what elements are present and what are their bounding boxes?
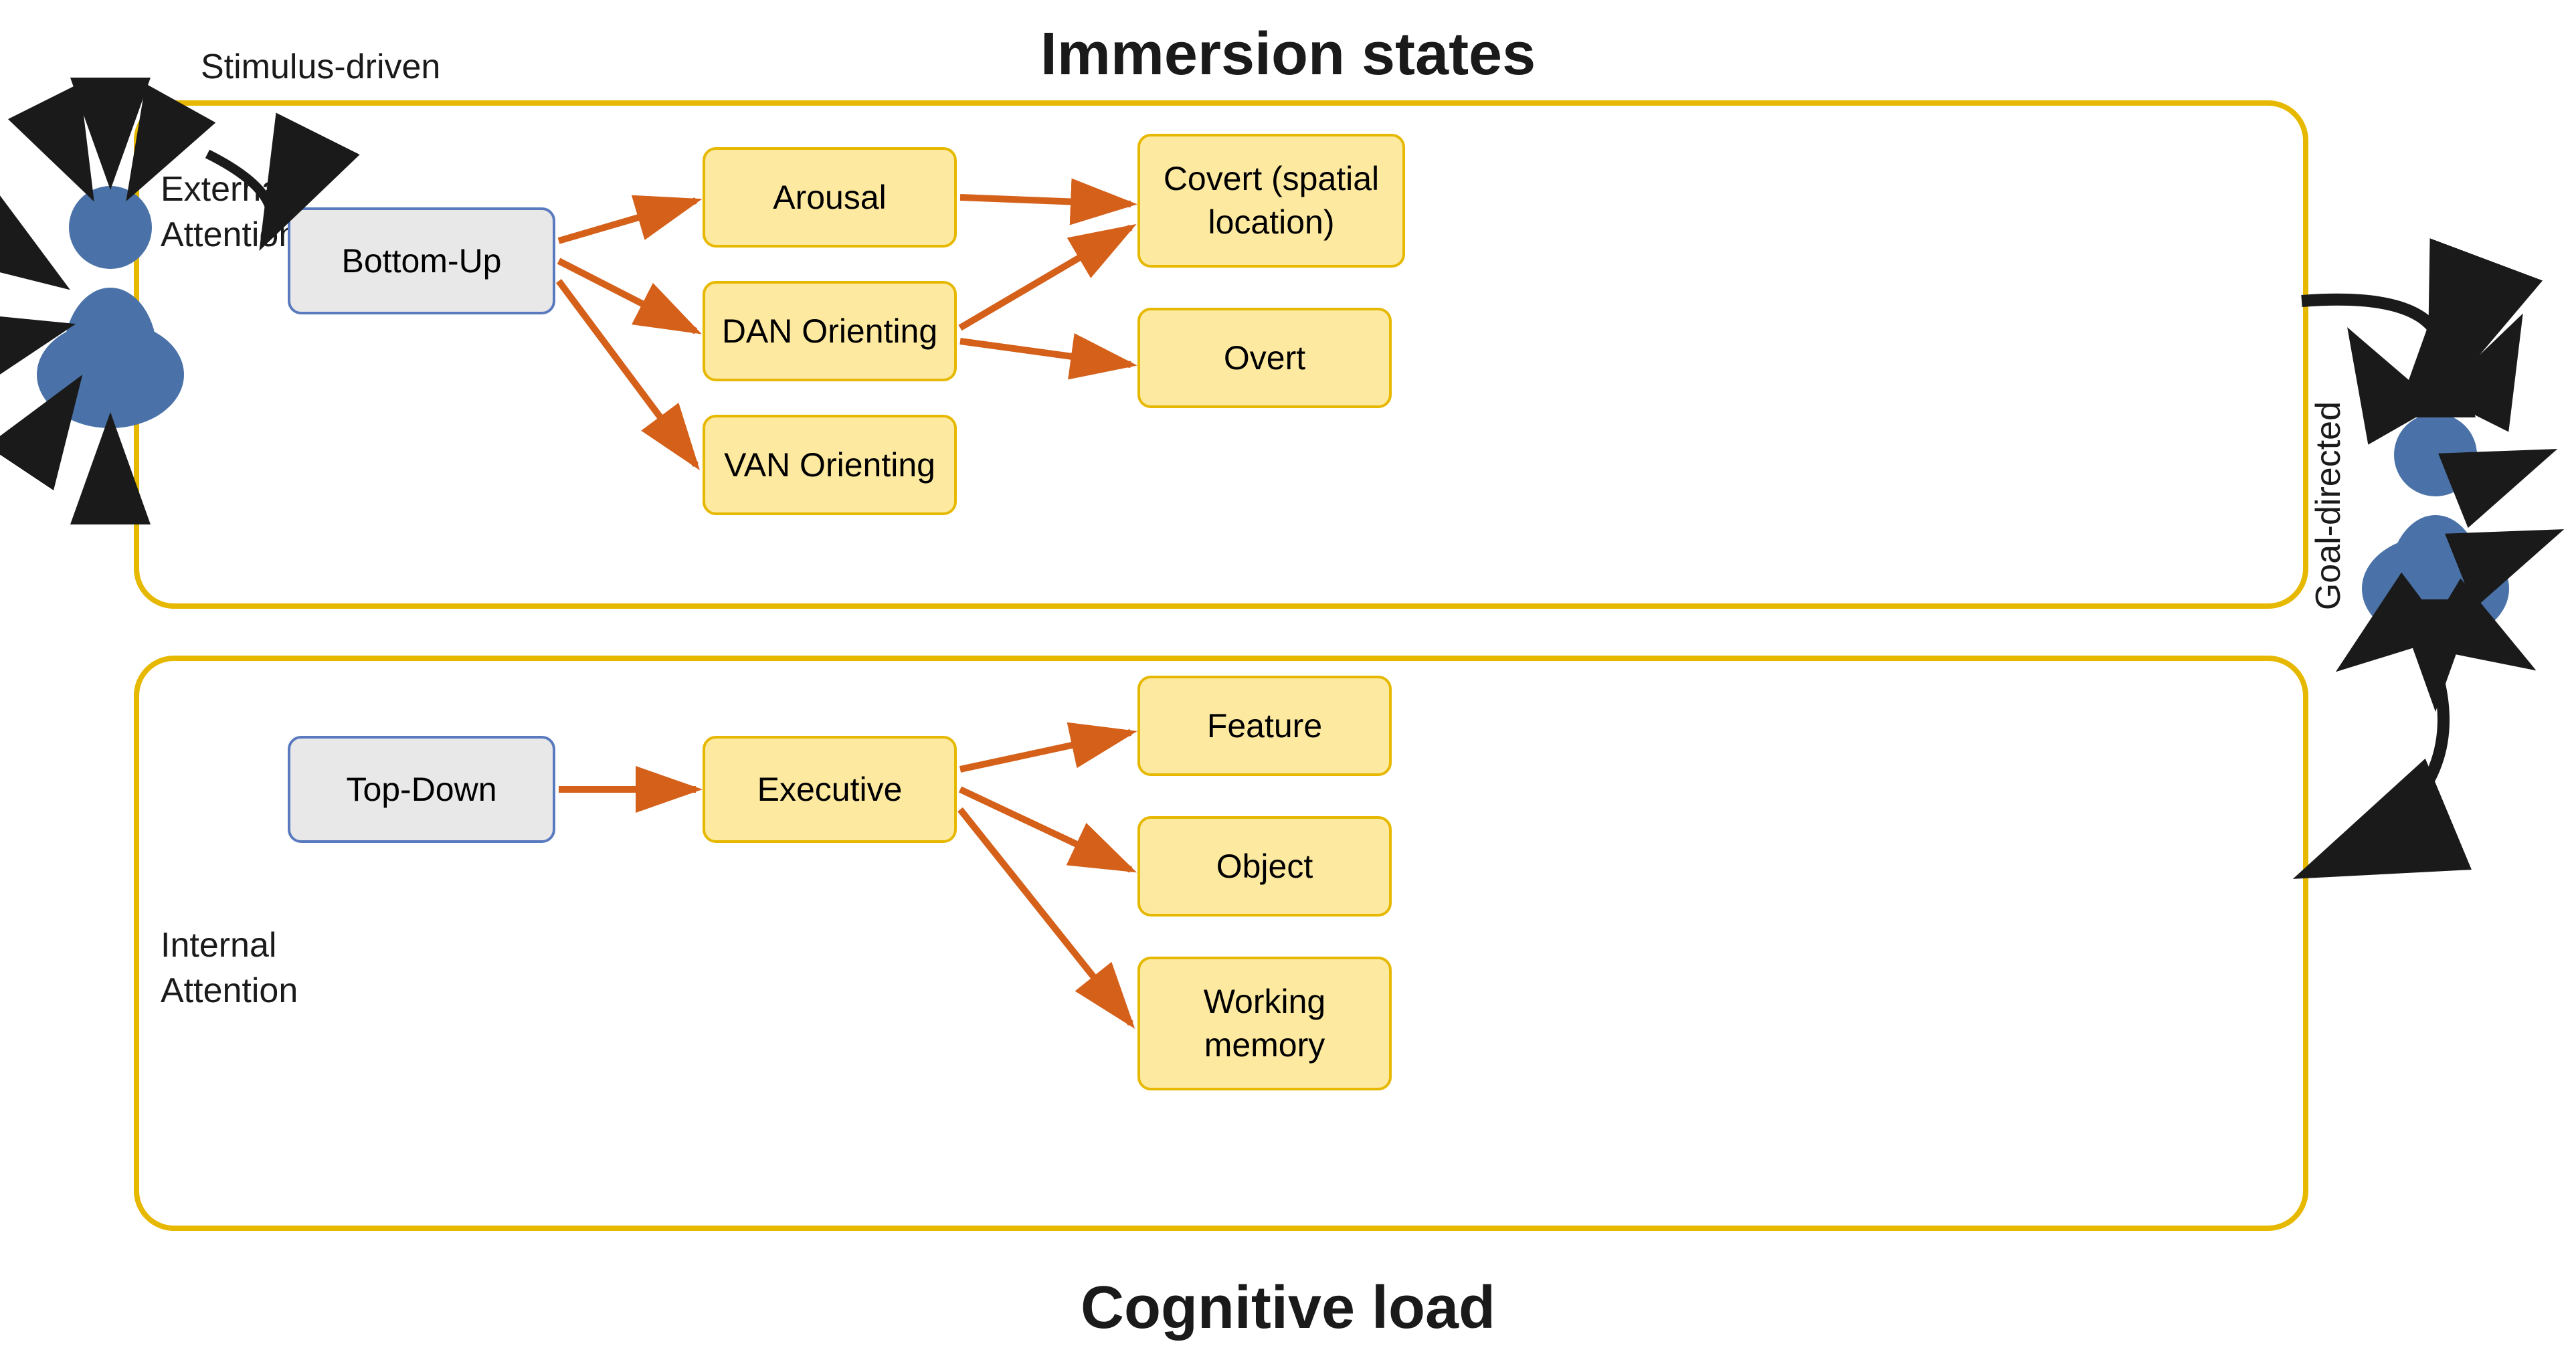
node-van-orienting: VAN Orienting [703,415,957,515]
node-arousal: Arousal [703,147,957,248]
node-dan-orienting: DAN Orienting [703,281,957,381]
node-overt: Overt [1137,308,1392,408]
title-cognitive: Cognitive load [1081,1274,1495,1343]
node-bottom-up: Bottom-Up [288,207,555,314]
node-working-memory: Working memory [1137,957,1392,1090]
node-top-down: Top-Down [288,736,555,843]
node-executive: Executive [703,736,957,843]
title-immersion: Immersion states [1040,20,1536,89]
node-object: Object [1137,816,1392,916]
main-container: Immersion states Cognitive load Stimulus… [0,0,2576,1356]
node-covert: Covert (spatial location) [1137,134,1405,268]
label-goal-directed: Goal-directed [2308,401,2349,610]
label-stimulus-driven: Stimulus-driven [201,47,440,87]
node-feature: Feature [1137,676,1392,776]
